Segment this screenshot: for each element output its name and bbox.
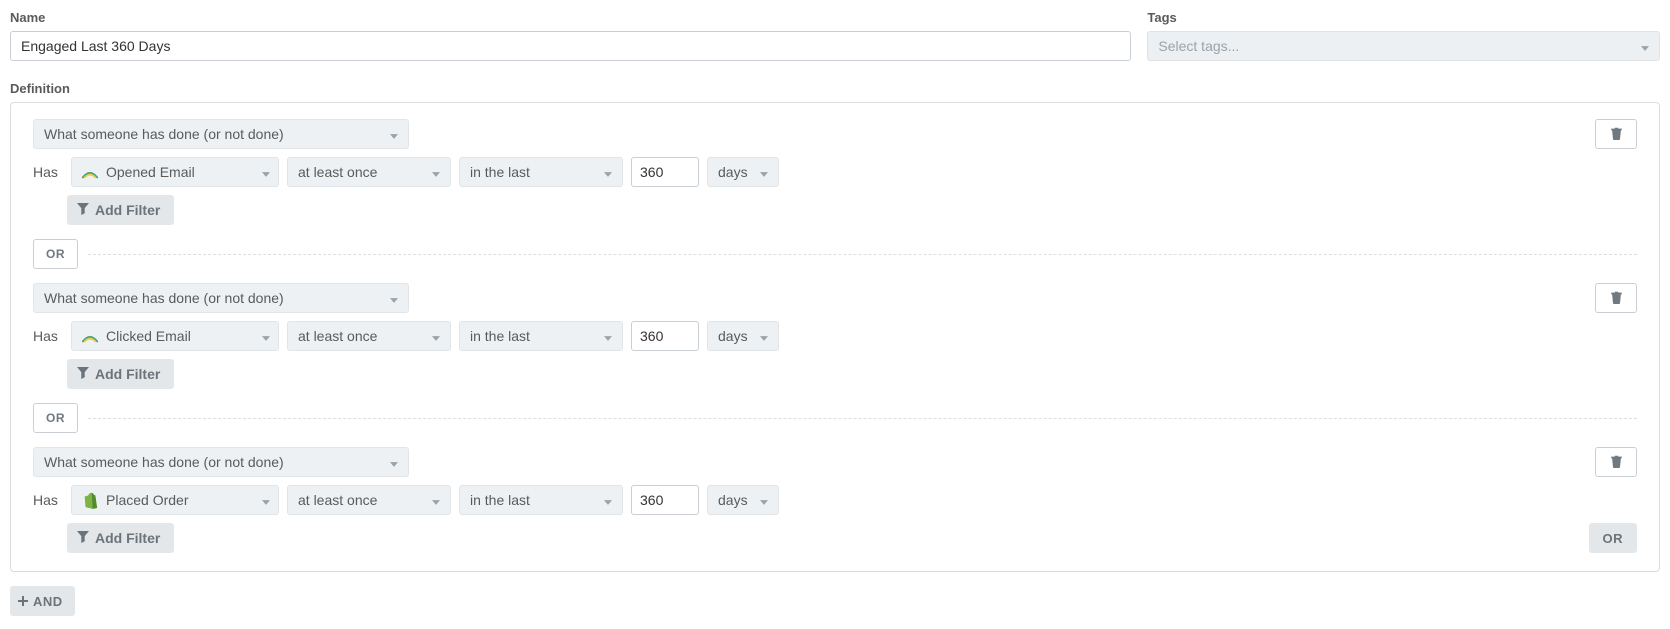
has-label: Has xyxy=(33,492,63,508)
delete-condition-button[interactable] xyxy=(1595,283,1637,313)
chevron-down-icon xyxy=(262,492,270,508)
or-chip: OR xyxy=(33,239,78,269)
tags-label: Tags xyxy=(1147,10,1660,25)
delete-condition-button[interactable] xyxy=(1595,447,1637,477)
frequency-select[interactable]: at least once xyxy=(287,485,451,515)
timeframe-select[interactable]: in the last xyxy=(459,157,623,187)
unit-select[interactable]: days xyxy=(707,321,779,351)
has-label: Has xyxy=(33,328,63,344)
condition-type-select[interactable]: What someone has done (or not done) xyxy=(33,447,409,477)
chevron-down-icon xyxy=(604,328,612,344)
definition-box: What someone has done (or not done) Has … xyxy=(10,102,1660,572)
trash-icon xyxy=(1610,126,1623,143)
trash-icon xyxy=(1610,290,1623,307)
chevron-down-icon xyxy=(262,328,270,344)
condition-type-select[interactable]: What someone has done (or not done) xyxy=(33,283,409,313)
funnel-icon xyxy=(77,530,89,546)
value-input[interactable] xyxy=(631,321,699,351)
condition-block: What someone has done (or not done) Has … xyxy=(33,447,1637,553)
has-label: Has xyxy=(33,164,63,180)
add-filter-button[interactable]: Add Filter xyxy=(67,523,174,553)
chevron-down-icon xyxy=(604,164,612,180)
condition-type-select[interactable]: What someone has done (or not done) xyxy=(33,119,409,149)
funnel-icon xyxy=(77,202,89,218)
unit-select[interactable]: days xyxy=(707,485,779,515)
timeframe-select[interactable]: in the last xyxy=(459,321,623,351)
chevron-down-icon xyxy=(432,164,440,180)
funnel-icon xyxy=(77,366,89,382)
chevron-down-icon xyxy=(390,290,398,306)
condition-block: What someone has done (or not done) Has … xyxy=(33,119,1637,225)
tags-placeholder: Select tags... xyxy=(1158,38,1239,54)
tags-select[interactable]: Select tags... xyxy=(1147,31,1660,61)
klaviyo-icon xyxy=(80,162,100,182)
chevron-down-icon xyxy=(390,454,398,470)
chevron-down-icon xyxy=(760,492,768,508)
chevron-down-icon xyxy=(604,492,612,508)
definition-label: Definition xyxy=(10,81,1660,96)
value-input[interactable] xyxy=(631,157,699,187)
or-separator: OR xyxy=(33,239,1637,269)
add-filter-button[interactable]: Add Filter xyxy=(67,195,174,225)
chevron-down-icon xyxy=(1641,38,1649,54)
frequency-select[interactable]: at least once xyxy=(287,321,451,351)
add-and-button[interactable]: AND xyxy=(10,586,75,616)
add-filter-button[interactable]: Add Filter xyxy=(67,359,174,389)
event-select[interactable]: Opened Email xyxy=(71,157,279,187)
trash-icon xyxy=(1610,454,1623,471)
delete-condition-button[interactable] xyxy=(1595,119,1637,149)
value-input[interactable] xyxy=(631,485,699,515)
event-select[interactable]: Placed Order xyxy=(71,485,279,515)
chevron-down-icon xyxy=(760,164,768,180)
shopify-icon xyxy=(80,490,100,510)
unit-select[interactable]: days xyxy=(707,157,779,187)
plus-icon xyxy=(18,594,28,609)
name-input[interactable] xyxy=(10,31,1131,61)
or-chip: OR xyxy=(33,403,78,433)
add-or-button[interactable]: OR xyxy=(1589,523,1638,553)
condition-block: What someone has done (or not done) Has … xyxy=(33,283,1637,389)
timeframe-select[interactable]: in the last xyxy=(459,485,623,515)
chevron-down-icon xyxy=(760,328,768,344)
event-select[interactable]: Clicked Email xyxy=(71,321,279,351)
chevron-down-icon xyxy=(432,328,440,344)
name-label: Name xyxy=(10,10,1131,25)
chevron-down-icon xyxy=(390,126,398,142)
frequency-select[interactable]: at least once xyxy=(287,157,451,187)
chevron-down-icon xyxy=(432,492,440,508)
klaviyo-icon xyxy=(80,326,100,346)
chevron-down-icon xyxy=(262,164,270,180)
or-separator: OR xyxy=(33,403,1637,433)
